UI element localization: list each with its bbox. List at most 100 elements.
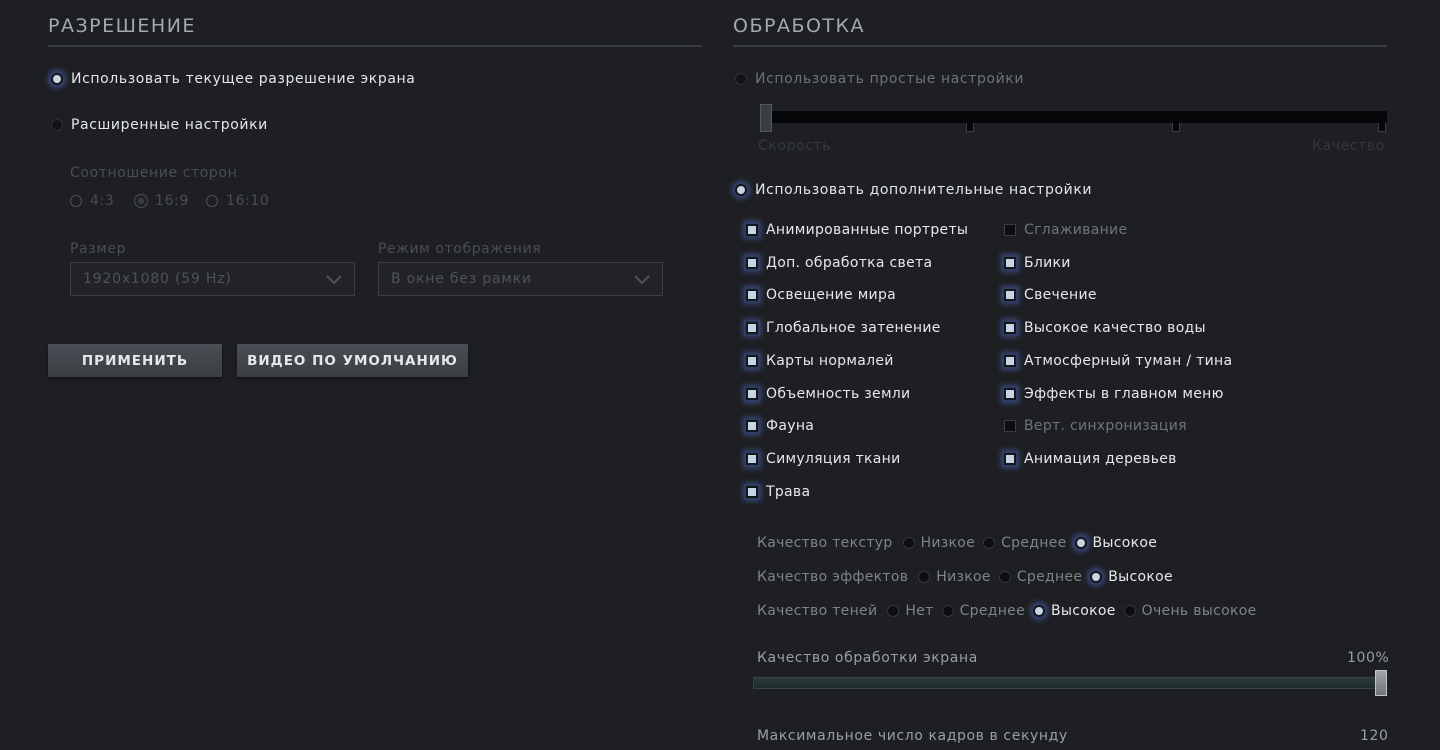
effects-medium-radio[interactable]: Среднее — [998, 569, 1083, 585]
slider-notch — [1378, 123, 1386, 132]
checkbox-label: Фауна — [766, 418, 815, 435]
texture-quality-row: Качество текстур Низкое Среднее Высокое — [757, 535, 1165, 551]
radio-dot — [1090, 571, 1103, 583]
checkbox-square — [1004, 452, 1016, 465]
use-simple-settings-radio[interactable]: Использовать простые настройки — [735, 71, 1024, 87]
checkbox-left-4[interactable]: Карты нормалей — [746, 353, 894, 369]
advanced-resolution-radio[interactable]: Расширенные настройки — [51, 117, 268, 133]
radio-dot — [1123, 605, 1136, 617]
checkbox-left-3[interactable]: Глобальное затенение — [746, 320, 941, 336]
screen-render-slider-knob[interactable] — [1375, 670, 1387, 696]
checkbox-label: Трава — [766, 483, 811, 500]
checkbox-square — [746, 256, 758, 269]
shadow-very-high-label: Очень высокое — [1141, 603, 1257, 619]
checkbox-label: Доп. обработка света — [766, 254, 933, 271]
radio-dot — [887, 605, 900, 617]
checkbox-left-5[interactable]: Объемность земли — [746, 386, 910, 402]
size-label: Размер — [70, 241, 127, 257]
radio-dot — [70, 195, 82, 207]
checkbox-label: Карты нормалей — [766, 352, 894, 369]
texture-medium-radio[interactable]: Среднее — [983, 535, 1066, 551]
checkbox-left-2[interactable]: Освещение мира — [746, 287, 896, 303]
texture-high-radio[interactable]: Высокое — [1074, 535, 1158, 551]
resolution-section-title: РАЗРЕШЕНИЕ — [48, 15, 196, 37]
checkbox-right-7[interactable]: Анимация деревьев — [1004, 451, 1177, 467]
shadow-medium-radio[interactable]: Среднее — [941, 603, 1025, 619]
checkbox-square — [1004, 289, 1016, 302]
checkbox-left-8[interactable]: Трава — [746, 484, 810, 500]
checkbox-right-4[interactable]: Атмосферный туман / тина — [1004, 353, 1232, 369]
checkbox-square — [746, 452, 758, 465]
size-dropdown-value: 1920x1080 (59 Hz) — [83, 271, 232, 287]
max-fps-value: 120 — [1360, 728, 1389, 744]
checkbox-label: Сглаживание — [1024, 222, 1128, 238]
checkbox-left-0[interactable]: Анимированные портреты — [746, 222, 968, 238]
checkbox-square — [1004, 387, 1016, 400]
slider-notch — [1172, 123, 1180, 132]
simple-slider-track — [765, 111, 1387, 123]
chevron-down-icon — [326, 275, 342, 285]
shadow-none-label: Нет — [905, 603, 934, 619]
checkbox-square — [746, 420, 758, 433]
screen-render-quality-value: 100% — [1347, 650, 1390, 666]
checkbox-right-2[interactable]: Свечение — [1004, 287, 1097, 303]
checkbox-square — [746, 224, 758, 236]
rendering-section-title: ОБРАБОТКА — [733, 15, 866, 37]
rendering-divider — [733, 45, 1387, 47]
texture-quality-label: Качество текстур — [757, 535, 893, 551]
checkbox-label: Освещение мира — [766, 287, 897, 304]
use-current-resolution-radio[interactable]: Использовать текущее разрешение экрана — [51, 71, 415, 87]
effects-high-radio[interactable]: Высокое — [1090, 569, 1173, 585]
checkbox-left-6[interactable]: Фауна — [746, 418, 814, 434]
shadow-quality-label: Качество теней — [757, 603, 878, 619]
effects-medium-label: Среднее — [1016, 569, 1083, 585]
checkbox-label: Анимация деревьев — [1024, 450, 1177, 467]
effects-quality-label: Качество эффектов — [757, 569, 909, 585]
checkbox-square — [1004, 256, 1016, 269]
shadow-none-radio[interactable]: Нет — [887, 603, 933, 619]
checkbox-square — [746, 485, 758, 498]
checkbox-left-1[interactable]: Доп. обработка света — [746, 255, 932, 271]
checkbox-label: Свечение — [1024, 287, 1097, 304]
shadow-very-high-radio[interactable]: Очень высокое — [1123, 603, 1257, 619]
checkbox-right-1[interactable]: Блики — [1004, 255, 1071, 271]
checkbox-right-6[interactable]: Верт. синхронизация — [1004, 418, 1187, 434]
simple-slider-knob[interactable] — [760, 104, 772, 132]
slider-notch — [966, 123, 974, 132]
checkbox-label: Глобальное затенение — [766, 320, 941, 337]
checkbox-right-3[interactable]: Высокое качество воды — [1004, 320, 1206, 336]
radio-dot — [51, 73, 63, 85]
effects-high-label: Высокое — [1108, 569, 1173, 585]
checkbox-square — [746, 322, 758, 335]
display-mode-dropdown[interactable]: В окне без рамки — [378, 262, 663, 296]
texture-low-radio[interactable]: Низкое — [902, 535, 976, 551]
checkbox-square — [1004, 224, 1016, 236]
apply-button[interactable]: ПРИМЕНИТЬ — [48, 344, 222, 377]
shadow-quality-row: Качество теней Нет Среднее Высокое Очень… — [757, 603, 1265, 619]
chevron-down-icon — [634, 275, 650, 285]
shadow-high-radio[interactable]: Высокое — [1033, 603, 1116, 619]
aspect-4-3-radio[interactable]: 4:3 — [70, 193, 114, 209]
checkbox-right-0[interactable]: Сглаживание — [1004, 222, 1127, 238]
checkbox-square — [746, 387, 758, 400]
checkbox-label: Объемность земли — [766, 385, 911, 402]
aspect-16-9-radio[interactable]: 16:9 — [135, 193, 189, 209]
texture-medium-label: Среднее — [1001, 535, 1067, 551]
size-dropdown[interactable]: 1920x1080 (59 Hz) — [70, 262, 355, 296]
texture-high-label: Высокое — [1092, 535, 1158, 551]
checkbox-left-7[interactable]: Симуляция ткани — [746, 451, 901, 467]
radio-dot — [983, 537, 996, 549]
default-video-button[interactable]: ВИДЕО ПО УМОЛЧАНИЮ — [237, 344, 468, 377]
checkbox-square — [1004, 420, 1016, 433]
checkbox-label: Атмосферный туман / тина — [1024, 352, 1233, 369]
radio-dot — [902, 537, 915, 549]
use-advanced-settings-radio[interactable]: Использовать дополнительные настройки — [735, 182, 1092, 198]
checkbox-square — [746, 289, 758, 302]
radio-dot — [206, 195, 218, 207]
resolution-divider — [48, 45, 702, 47]
screen-render-slider-track[interactable] — [753, 677, 1387, 689]
shadow-medium-label: Среднее — [959, 603, 1025, 619]
aspect-16-10-radio[interactable]: 16:10 — [206, 193, 269, 209]
effects-low-radio[interactable]: Низкое — [918, 569, 991, 585]
checkbox-right-5[interactable]: Эффекты в главном меню — [1004, 386, 1224, 402]
